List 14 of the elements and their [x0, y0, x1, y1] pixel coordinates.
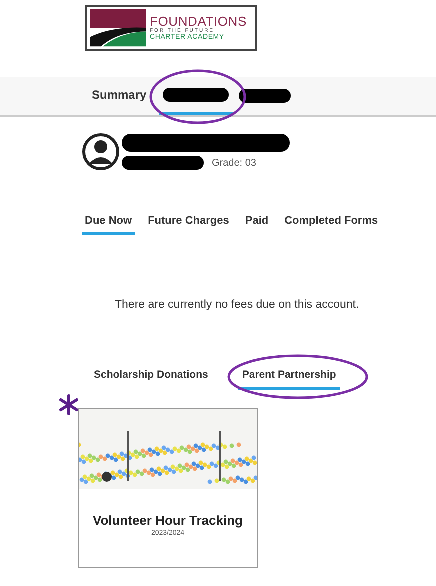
fee-tab[interactable]: Future Charges [145, 213, 232, 235]
redaction-mark [238, 89, 291, 103]
fee-tab[interactable]: Due Now [82, 213, 136, 235]
section-tab[interactable]: Scholarship Donations [90, 369, 212, 390]
annotation-asterisk-icon [58, 394, 80, 416]
card-title: Volunteer Hour Tracking [92, 513, 243, 528]
fee-tab[interactable]: Paid [242, 213, 272, 235]
summary-tab[interactable]: Summary [92, 77, 147, 115]
logo-title: FOUNDATIONS [150, 14, 247, 29]
empty-message: There are currently no fees due on this account. [115, 299, 360, 311]
road-logo-icon [90, 9, 146, 47]
avatar-icon [82, 131, 120, 173]
fee-tab[interactable]: Completed Forms [282, 213, 382, 235]
grade-label: Grade: 03 [212, 158, 256, 168]
